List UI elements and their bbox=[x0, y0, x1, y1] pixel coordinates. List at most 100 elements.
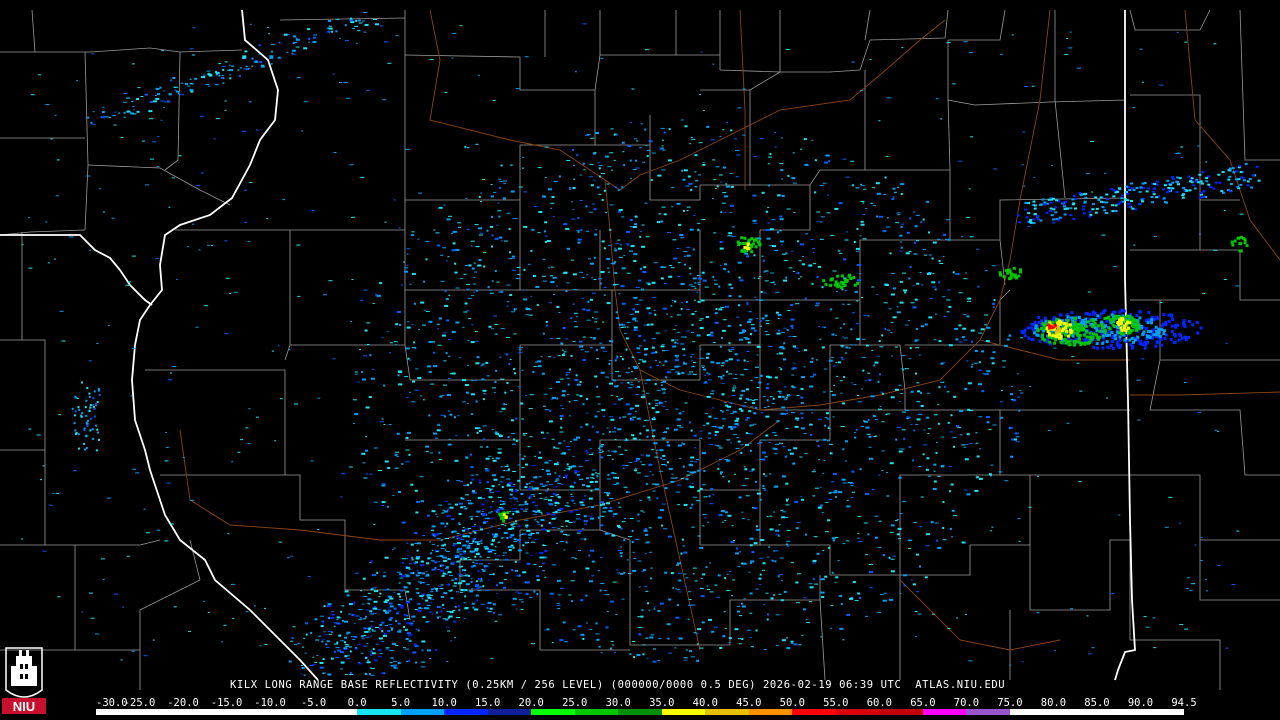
echo-pixel bbox=[1145, 190, 1149, 193]
echo-pixel bbox=[208, 73, 212, 76]
echo-pixel bbox=[824, 161, 828, 164]
echo-pixel bbox=[765, 415, 770, 418]
echo-pixel bbox=[454, 416, 456, 419]
echo-pixel bbox=[421, 649, 424, 652]
echo-pixel bbox=[1023, 334, 1027, 338]
echo-pixel bbox=[572, 187, 576, 189]
echo-pixel bbox=[649, 551, 653, 553]
echo-pixel bbox=[620, 572, 624, 575]
echo-pixel bbox=[775, 614, 780, 616]
echo-pixel bbox=[585, 135, 589, 136]
echo-pixel bbox=[891, 272, 895, 274]
echo-pixel bbox=[89, 406, 92, 409]
echo-pixel bbox=[677, 444, 682, 447]
echo-pixel bbox=[963, 339, 968, 341]
echo-pixel bbox=[562, 453, 564, 455]
echo-pixel bbox=[721, 202, 726, 204]
echo-pixel bbox=[445, 573, 449, 575]
echo-pixel bbox=[617, 428, 622, 431]
echo-pixel bbox=[407, 635, 412, 637]
echo-pixel bbox=[187, 85, 191, 87]
echo-pixel bbox=[149, 100, 153, 103]
echo-pixel bbox=[824, 575, 828, 578]
echo-pixel bbox=[646, 149, 651, 151]
echo-pixel bbox=[834, 334, 837, 336]
echo-pixel bbox=[485, 590, 490, 592]
echo-pixel bbox=[617, 398, 621, 401]
echo-pixel bbox=[1114, 191, 1118, 194]
echo-pixel bbox=[781, 178, 783, 180]
echo-pixel bbox=[399, 604, 404, 607]
echo-pixel bbox=[389, 597, 394, 600]
echo-pixel bbox=[697, 275, 701, 277]
echo-pixel bbox=[537, 365, 542, 368]
echo-pixel bbox=[701, 621, 705, 624]
echo-pixel bbox=[718, 308, 723, 311]
echo-pixel bbox=[340, 610, 343, 613]
echo-pixel bbox=[585, 477, 589, 480]
echo-pixel bbox=[529, 436, 533, 438]
echo-pixel bbox=[102, 106, 105, 108]
echo-pixel bbox=[524, 503, 529, 506]
echo-pixel bbox=[1153, 317, 1157, 321]
echo-pixel bbox=[892, 316, 897, 319]
echo-pixel bbox=[459, 357, 461, 359]
echo-pixel bbox=[408, 391, 411, 393]
echo-pixel bbox=[674, 354, 679, 357]
echo-pixel bbox=[379, 421, 384, 423]
echo-pixel bbox=[841, 478, 846, 481]
echo-pixel bbox=[438, 317, 442, 320]
echo-pixel bbox=[392, 495, 395, 496]
echo-pixel bbox=[599, 175, 601, 178]
echo-pixel bbox=[786, 647, 791, 650]
echo-pixel bbox=[699, 318, 704, 320]
echo-pixel bbox=[933, 414, 938, 416]
echo-pixel bbox=[369, 473, 373, 475]
echo-pixel bbox=[435, 513, 437, 515]
echo-pixel bbox=[745, 432, 748, 435]
echo-pixel bbox=[668, 652, 672, 654]
echo-pixel bbox=[474, 530, 479, 531]
echo-pixel bbox=[534, 519, 537, 521]
echo-pixel bbox=[865, 493, 870, 495]
echo-pixel bbox=[192, 27, 196, 29]
echo-pixel bbox=[509, 164, 513, 166]
echo-pixel bbox=[814, 191, 817, 194]
echo-pixel bbox=[773, 283, 776, 285]
echo-pixel bbox=[759, 584, 762, 586]
echo-pixel bbox=[1196, 331, 1200, 335]
echo-pixel bbox=[922, 218, 925, 221]
echo-pixel bbox=[823, 438, 827, 441]
echo-pixel bbox=[468, 318, 472, 320]
echo-pixel bbox=[420, 395, 423, 397]
echo-pixel bbox=[938, 281, 941, 284]
echo-pixel bbox=[403, 586, 406, 588]
echo-pixel bbox=[404, 565, 408, 567]
echo-pixel bbox=[207, 612, 210, 613]
echo-pixel bbox=[525, 463, 528, 466]
echo-pixel bbox=[706, 585, 709, 587]
echo-pixel bbox=[570, 317, 573, 320]
echo-pixel bbox=[521, 418, 525, 420]
echo-pixel bbox=[602, 511, 607, 513]
echo-pixel bbox=[120, 137, 124, 139]
echo-pixel bbox=[849, 597, 853, 600]
echo-pixel bbox=[762, 299, 766, 301]
echo-pixel bbox=[741, 511, 744, 513]
echo-pixel bbox=[951, 509, 955, 512]
echo-pixel bbox=[593, 208, 597, 211]
echo-pixel bbox=[538, 476, 542, 478]
echo-pixel bbox=[152, 639, 155, 641]
echo-pixel bbox=[615, 134, 619, 136]
echo-pixel bbox=[992, 306, 995, 308]
echo-pixel bbox=[594, 488, 599, 491]
echo-pixel bbox=[834, 207, 839, 210]
echo-pixel bbox=[601, 444, 605, 446]
echo-pixel bbox=[897, 186, 900, 188]
echo-pixel bbox=[330, 616, 335, 619]
echo-pixel bbox=[308, 37, 311, 40]
echo-pixel bbox=[818, 326, 821, 328]
echo-pixel bbox=[594, 318, 598, 320]
echo-pixel bbox=[353, 623, 356, 625]
echo-pixel bbox=[901, 223, 905, 225]
